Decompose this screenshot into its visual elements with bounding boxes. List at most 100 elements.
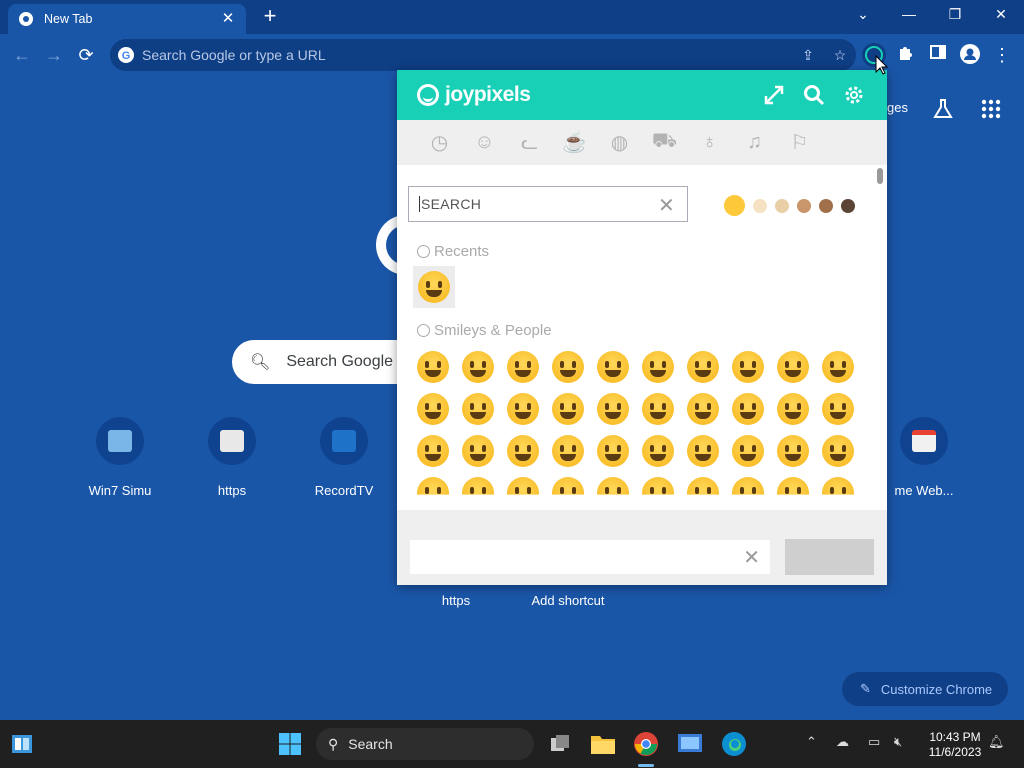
control-panel-icon[interactable]: [674, 728, 706, 760]
category-objects-bulb-icon[interactable]: ♁: [687, 128, 732, 158]
emoji-cell[interactable]: [597, 393, 629, 425]
menu-kebab-icon[interactable]: ⋮: [990, 43, 1014, 67]
emoji-cell[interactable]: [597, 477, 629, 495]
category-flags-icon[interactable]: ⚐: [777, 128, 822, 158]
skin-tone-medium-light[interactable]: [775, 198, 789, 213]
task-view-icon[interactable]: [544, 728, 576, 760]
emoji-cell[interactable]: [417, 435, 449, 467]
emoji-cell[interactable]: [777, 435, 809, 467]
category-travel-car-icon[interactable]: ⛟: [642, 128, 687, 158]
file-explorer-icon[interactable]: [587, 728, 619, 760]
emoji-cell[interactable]: [462, 351, 494, 383]
emoji-cell[interactable]: [552, 435, 584, 467]
chrome-taskbar-icon[interactable]: [630, 728, 662, 760]
emoji-cell[interactable]: [597, 351, 629, 383]
emoji-cell[interactable]: [507, 393, 539, 425]
settings-gear-icon[interactable]: [843, 84, 865, 106]
category-animals-cat-icon[interactable]: ᓚ: [507, 128, 552, 158]
emoji-cell[interactable]: [687, 477, 719, 495]
emoji-cell[interactable]: [687, 351, 719, 383]
start-windows-icon[interactable]: [274, 728, 306, 760]
back-button[interactable]: ←: [10, 43, 34, 67]
emoji-cell[interactable]: [777, 351, 809, 383]
emoji-scrollbar[interactable]: [877, 168, 883, 184]
emoji-output-field[interactable]: ✕: [410, 540, 770, 574]
emoji-cell[interactable]: [417, 351, 449, 383]
emoji-cell[interactable]: [642, 477, 674, 495]
taskbar-search-box[interactable]: ⚲ Search: [316, 728, 534, 760]
labs-flask-icon[interactable]: [932, 98, 954, 120]
window-close-button[interactable]: ✕: [978, 0, 1024, 30]
skin-tone-medium-dark[interactable]: [819, 198, 833, 213]
share-icon[interactable]: ⇪: [798, 45, 818, 65]
system-clock[interactable]: 10:43 PM 11/6/2023: [920, 730, 990, 760]
shortcut-win7-simu[interactable]: Win7 Simu: [64, 417, 176, 498]
category-smileys-icon[interactable]: ☺: [462, 128, 507, 158]
emoji-cell[interactable]: [642, 351, 674, 383]
profile-icon[interactable]: [958, 43, 982, 67]
shortcut-https-2[interactable]: https: [400, 593, 512, 608]
expand-icon[interactable]: [763, 84, 785, 106]
tab-new-tab[interactable]: New Tab ✕: [8, 4, 246, 34]
emoji-cell[interactable]: [597, 435, 629, 467]
emoji-cell[interactable]: [822, 351, 854, 383]
emoji-cell[interactable]: [462, 393, 494, 425]
copy-button[interactable]: [785, 539, 874, 575]
emoji-cell[interactable]: [507, 351, 539, 383]
recent-emoji-hugging-face[interactable]: [413, 266, 455, 308]
emoji-cell[interactable]: [732, 393, 764, 425]
category-symbols-icon[interactable]: ♫: [732, 128, 777, 158]
emoji-cell[interactable]: [462, 435, 494, 467]
emoji-cell[interactable]: [552, 393, 584, 425]
tab-close-icon[interactable]: ✕: [220, 11, 236, 27]
skin-tone-light[interactable]: [753, 198, 767, 213]
search-clear-icon[interactable]: ✕: [658, 193, 675, 218]
emoji-cell[interactable]: [822, 477, 854, 495]
forward-button[interactable]: →: [42, 43, 66, 67]
new-tab-button[interactable]: +: [258, 5, 282, 29]
extensions-puzzle-icon[interactable]: [894, 43, 918, 67]
emoji-cell[interactable]: [822, 435, 854, 467]
emoji-cell[interactable]: [507, 435, 539, 467]
search-icon[interactable]: [803, 84, 825, 106]
volume-muted-icon[interactable]: 🔇︎: [894, 734, 902, 750]
emoji-cell[interactable]: [417, 477, 449, 495]
add-shortcut-button[interactable]: Add shortcut: [512, 593, 624, 608]
emoji-cell[interactable]: [732, 477, 764, 495]
google-apps-grid-icon[interactable]: [980, 98, 1002, 120]
onedrive-cloud-icon[interactable]: ☁: [836, 734, 849, 750]
restore-button[interactable]: ❐: [932, 0, 978, 30]
minimize-button[interactable]: —: [886, 0, 932, 30]
customize-chrome-button[interactable]: ✎ Customize Chrome: [842, 672, 1008, 706]
category-food-icon[interactable]: ☕: [552, 128, 597, 158]
shortcut-recordtv[interactable]: RecordTV: [288, 417, 400, 498]
images-link[interactable]: ges: [887, 100, 908, 115]
emoji-cell[interactable]: [732, 351, 764, 383]
network-icon[interactable]: ▭: [868, 734, 880, 750]
emoji-cell[interactable]: [642, 435, 674, 467]
widgets-icon[interactable]: [6, 728, 38, 760]
skin-tone-default[interactable]: [724, 195, 745, 216]
bookmark-star-icon[interactable]: ☆: [830, 45, 850, 65]
emoji-cell[interactable]: [462, 477, 494, 495]
emoji-cell[interactable]: [822, 393, 854, 425]
emoji-cell[interactable]: [552, 477, 584, 495]
emoji-cell[interactable]: [777, 393, 809, 425]
emoji-cell[interactable]: [732, 435, 764, 467]
edge-icon[interactable]: [718, 728, 750, 760]
emoji-search-input[interactable]: SEARCH ✕: [408, 186, 688, 222]
emoji-cell[interactable]: [687, 435, 719, 467]
show-hidden-icons-chevron[interactable]: ⌃: [806, 734, 817, 750]
shortcut-https[interactable]: https: [176, 417, 288, 498]
emoji-cell[interactable]: [642, 393, 674, 425]
omnibox[interactable]: G Search Google or type a URL ⇪ ☆: [110, 39, 856, 71]
emoji-cell[interactable]: [417, 393, 449, 425]
output-clear-icon[interactable]: ✕: [743, 545, 760, 570]
emoji-cell[interactable]: [507, 477, 539, 495]
skin-tone-medium[interactable]: [797, 198, 811, 213]
category-recents-clock-icon[interactable]: ◷: [417, 128, 462, 158]
emoji-cell[interactable]: [552, 351, 584, 383]
tab-search-chevron-icon[interactable]: ⌄: [840, 0, 886, 30]
emoji-cell[interactable]: [777, 477, 809, 495]
category-activity-ball-icon[interactable]: ◍: [597, 128, 642, 158]
